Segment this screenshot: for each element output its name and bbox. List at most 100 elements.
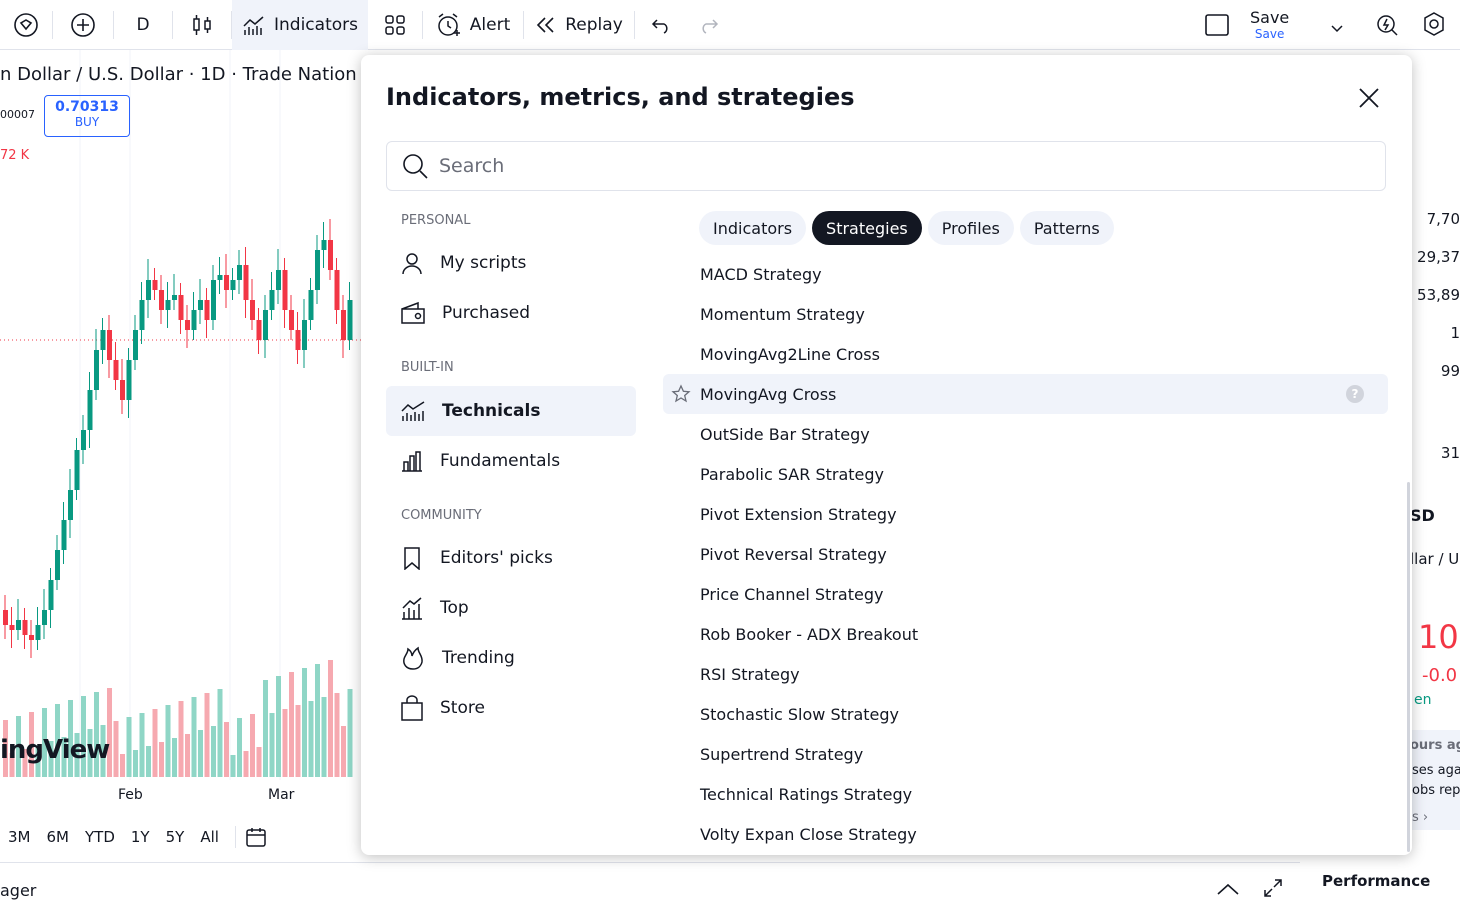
wallet-icon — [401, 301, 425, 324]
range-1y[interactable]: 1Y — [131, 828, 150, 846]
chart-type-button[interactable] — [173, 0, 231, 50]
strategy-item[interactable]: MovingAvg2Line Cross — [663, 334, 1388, 374]
range-ytd[interactable]: YTD — [85, 828, 115, 846]
nav-purchased[interactable]: Purchased — [386, 288, 636, 338]
nav-fundamentals[interactable]: Fundamentals — [386, 436, 636, 486]
add-symbol-button[interactable] — [53, 0, 113, 50]
dialog-title: Indicators, metrics, and strategies — [386, 83, 855, 111]
shopping-bag-icon — [401, 695, 423, 721]
undo-button[interactable] — [635, 0, 687, 50]
strategy-item[interactable]: OutSide Bar Strategy — [663, 414, 1388, 454]
range-6m[interactable]: 6M — [47, 828, 70, 846]
search-box[interactable] — [386, 141, 1386, 191]
nav-my-scripts[interactable]: My scripts — [386, 238, 636, 288]
sell-price-fragment[interactable]: 00007 — [0, 108, 35, 121]
alert-button[interactable]: Alert — [423, 0, 523, 50]
candle — [61, 520, 67, 550]
chip-patterns[interactable]: Patterns — [1019, 211, 1114, 245]
candle — [321, 240, 327, 250]
nav-editors-picks[interactable]: Editors' picks — [386, 533, 636, 583]
maximize-panel-button[interactable] — [1262, 877, 1284, 903]
interval-button[interactable]: D — [114, 0, 172, 50]
strategy-item[interactable]: Parabolic SAR Strategy — [663, 454, 1388, 494]
calendar-goto-icon[interactable] — [244, 825, 268, 849]
volume-bar — [139, 713, 145, 777]
bookmark-icon — [404, 547, 420, 570]
strategy-item[interactable]: Pivot Extension Strategy — [663, 494, 1388, 534]
nav-technicals[interactable]: Technicals — [386, 386, 636, 436]
star-icon[interactable] — [671, 384, 691, 404]
strategy-label: Momentum Strategy — [700, 304, 865, 324]
save-dropdown-button[interactable] — [1330, 19, 1344, 38]
watchlist-value[interactable]: 99 — [1441, 362, 1460, 380]
strategy-label: Supertrend Strategy — [700, 744, 864, 764]
range-all[interactable]: All — [200, 828, 219, 846]
templates-button[interactable] — [368, 0, 422, 50]
symbol-search-button[interactable] — [0, 0, 52, 50]
gear-icon — [1424, 12, 1444, 36]
indicators-button[interactable]: Indicators — [232, 0, 368, 50]
chip-indicators[interactable]: Indicators — [699, 211, 807, 245]
search-icon — [403, 154, 428, 179]
watchlist-value[interactable]: 53,89 — [1417, 286, 1460, 304]
news-more-link[interactable]: s › — [1412, 810, 1428, 825]
nav-label: Editors' picks — [440, 548, 553, 568]
chevron-down-icon — [1331, 25, 1343, 33]
strategy-item[interactable]: Supertrend Strategy — [663, 734, 1388, 774]
strategy-item[interactable]: Price Channel Strategy — [663, 574, 1388, 614]
scrollbar[interactable] — [1407, 482, 1410, 852]
strategy-item[interactable]: Stochastic Slow Strategy — [663, 694, 1388, 734]
range-3m[interactable]: 3M — [8, 828, 31, 846]
range-5y[interactable]: 5Y — [166, 828, 185, 846]
volume-bar — [120, 754, 125, 777]
close-button[interactable] — [1356, 85, 1382, 111]
strategy-item[interactable]: Technical Ratings Strategy — [663, 774, 1388, 814]
volume-bar — [295, 705, 301, 777]
rewind-icon — [537, 16, 554, 33]
technicals-icon — [401, 401, 425, 421]
search-input[interactable] — [439, 155, 1339, 177]
redo-icon — [702, 18, 719, 34]
strategy-item[interactable]: RSI Strategy — [663, 654, 1388, 694]
collapse-panel-button[interactable] — [1216, 881, 1240, 900]
strategy-item[interactable]: Rob Booker - ADX Breakout — [663, 614, 1388, 654]
nav-store[interactable]: Store — [386, 683, 636, 733]
candle — [191, 310, 197, 330]
news-panel[interactable]: ours ag ses aga obs rep s › — [1410, 730, 1460, 830]
candle — [35, 625, 41, 640]
replay-label: Replay — [565, 14, 623, 35]
strategy-item[interactable]: Volty Expan Close Strategy — [663, 814, 1388, 854]
strategy-item[interactable]: MACD Strategy — [663, 254, 1388, 294]
watchlist-value[interactable]: 7,70 — [1427, 210, 1460, 228]
settings-button[interactable] — [1420, 10, 1448, 42]
volume-bar — [328, 660, 333, 777]
alarm-clock-icon — [438, 12, 460, 36]
strategy-item[interactable]: Momentum Strategy — [663, 294, 1388, 334]
watchlist-value[interactable]: 29,37 — [1417, 248, 1460, 266]
chip-strategies[interactable]: Strategies — [812, 211, 922, 245]
candle — [100, 330, 106, 350]
quick-search-button[interactable] — [1374, 11, 1400, 41]
layout-button[interactable] — [1204, 13, 1230, 41]
square-icon — [1205, 14, 1229, 36]
candle — [172, 295, 177, 300]
trading-panel-label[interactable]: ager — [0, 881, 36, 900]
help-icon[interactable]: ? — [1346, 385, 1364, 403]
candle — [211, 280, 216, 320]
strategy-item[interactable]: MovingAvg Cross? — [663, 374, 1388, 414]
redo-button[interactable] — [687, 0, 731, 50]
buy-button[interactable]: 0.70313 BUY — [44, 95, 130, 137]
nav-top[interactable]: Top — [386, 583, 636, 633]
volume-bar — [256, 747, 262, 777]
strategy-item[interactable]: Pivot Reversal Strategy — [663, 534, 1388, 574]
nav-trending[interactable]: Trending — [386, 633, 636, 683]
candle — [185, 320, 190, 330]
chip-profiles[interactable]: Profiles — [927, 211, 1014, 245]
bar-chart-icon — [402, 451, 422, 472]
save-button[interactable]: Save Save — [1250, 8, 1289, 41]
strategy-label: MovingAvg2Line Cross — [700, 344, 880, 364]
replay-button[interactable]: Replay — [524, 0, 634, 50]
watchlist-value[interactable]: 1 — [1450, 324, 1460, 342]
volume-bar — [217, 689, 223, 777]
watchlist-value[interactable]: 31 — [1441, 444, 1460, 462]
